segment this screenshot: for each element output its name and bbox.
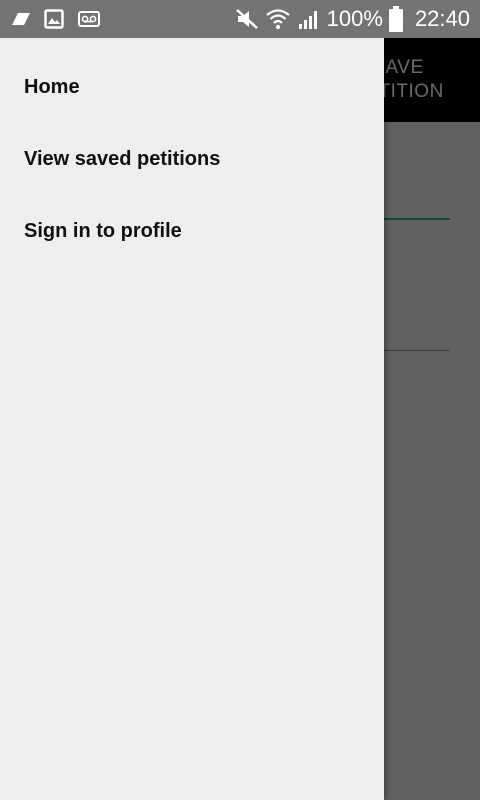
clock: 22:40 bbox=[414, 6, 470, 31]
drawer-item-sign-in-to-profile[interactable]: Sign in to profile bbox=[24, 219, 182, 243]
status-bar-left bbox=[12, 7, 100, 31]
image-icon bbox=[44, 9, 64, 29]
wifi-icon bbox=[265, 7, 291, 31]
status-bar-right: 100% 22:40 bbox=[235, 4, 470, 34]
screen: 100% 22:40 SAVE PETITION Home View saved… bbox=[0, 0, 480, 800]
battery-percent: 100% bbox=[326, 6, 383, 31]
signal-shape-icon bbox=[12, 12, 30, 26]
voicemail-icon bbox=[78, 11, 100, 27]
navigation-drawer: Home View saved petitions Sign in to pro… bbox=[0, 38, 384, 800]
cell-signal-icon bbox=[297, 8, 321, 30]
battery-icon bbox=[388, 6, 403, 32]
drawer-item-view-saved-petitions[interactable]: View saved petitions bbox=[24, 147, 220, 171]
drawer-item-home[interactable]: Home bbox=[24, 75, 80, 99]
mute-icon bbox=[235, 8, 259, 30]
status-bar: 100% 22:40 bbox=[0, 0, 480, 38]
